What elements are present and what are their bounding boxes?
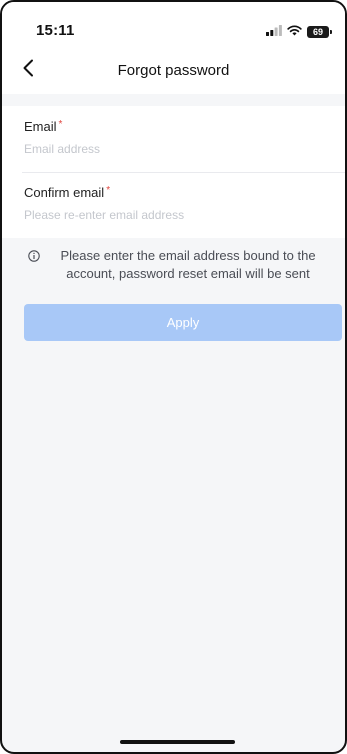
status-time: 15:11 [36,22,75,39]
email-input[interactable] [24,142,324,156]
required-mark: * [106,185,111,196]
confirm-email-input[interactable] [24,208,324,222]
phone-screen: 15:11 69 Forgot password Email * Email a… [0,0,347,754]
confirm-email-field-group: Confirm email * [2,172,345,238]
home-indicator[interactable] [120,740,235,744]
info-icon [28,249,40,283]
wifi-icon [287,23,302,41]
email-label-text: Email [24,119,57,134]
hint-message: Please enter the email address bound to … [28,247,331,283]
confirm-email-label-text: Confirm email [24,185,105,200]
status-icons: 69 [266,23,332,41]
reset-form: Email* Confirm email* [2,106,345,238]
hint-text: Please enter the email address bound to … [60,248,316,281]
email-field-group: Email * [2,106,345,172]
confirm-email-label: Confirm email * [24,185,110,200]
signal-icon [266,23,282,41]
email-label: Email * [24,119,62,134]
apply-button[interactable]: Apply [24,304,342,341]
page-title: Forgot password [117,62,230,79]
status-bar: 15:11 69 [2,2,345,46]
nav-bar: Forgot password [2,46,345,94]
battery-icon: 69 [307,26,332,38]
required-mark: * [58,119,63,130]
